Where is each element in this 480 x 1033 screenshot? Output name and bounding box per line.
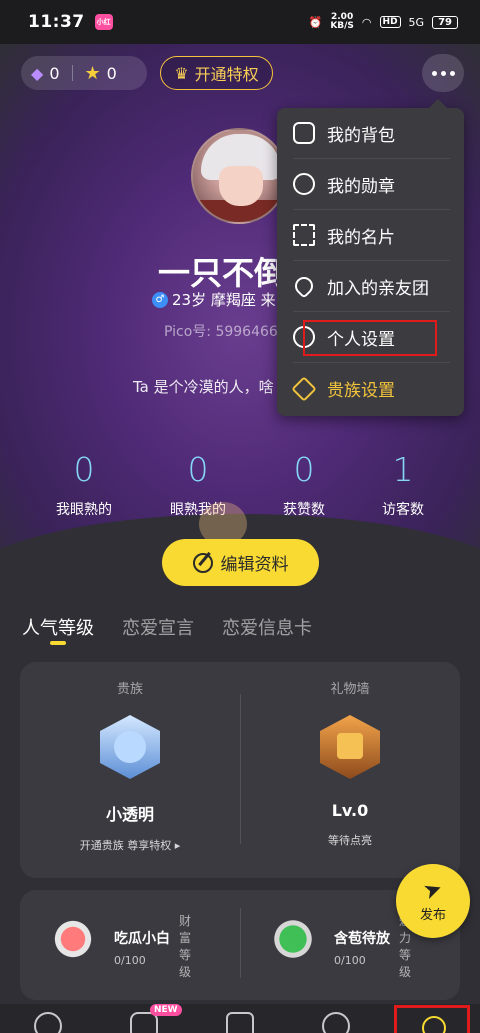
gift-wall-section[interactable]: 礼物墙 Lv.0 等待点亮 xyxy=(240,662,460,848)
diamond-count: 0 xyxy=(49,63,60,83)
dot-icon xyxy=(431,70,437,76)
stat-value: 0 xyxy=(293,450,315,489)
gift-wall-level: Lv.0 xyxy=(331,801,369,820)
hd-icon: HD xyxy=(379,16,401,28)
stat-likes[interactable]: 0 获赞数 xyxy=(249,450,359,519)
tab-popularity[interactable]: 人气等级 xyxy=(22,614,94,645)
vip-label: 开通特权 xyxy=(194,65,259,84)
stat-value: 0 xyxy=(73,450,95,489)
gift-box-icon xyxy=(320,715,380,779)
charm-level[interactable]: 魅力等级 含苞待放 0/100 xyxy=(272,910,411,979)
wallet-divider xyxy=(71,65,73,81)
wealth-label: 财富等级 xyxy=(179,914,192,979)
profile-info: ♂ 23岁 摩羯座 来 xyxy=(152,289,276,310)
heart-group-icon xyxy=(291,273,317,299)
menu-item-label: 我的勋章 xyxy=(327,176,395,197)
nickname: 一只不倒 xyxy=(158,254,287,292)
crown-icon: ♛ xyxy=(174,63,189,83)
edit-profile-button[interactable]: 编辑资料 xyxy=(162,539,319,586)
nav-star-icon[interactable] xyxy=(226,1012,254,1033)
publish-button[interactable]: ➤ 发布 xyxy=(396,864,470,938)
menu-item-label: 我的背包 xyxy=(327,125,395,146)
wealth-progress: 0/100 xyxy=(114,954,146,967)
dot-icon xyxy=(449,70,455,76)
stat-label: 我眼熟的 xyxy=(56,502,112,518)
card-divider xyxy=(240,908,241,978)
wealth-gem-icon xyxy=(52,917,94,960)
male-icon: ♂ xyxy=(152,291,168,308)
vip-privilege-button[interactable]: ♛ 开通特权 xyxy=(160,56,273,90)
gift-wall-heading: 礼物墙 xyxy=(330,682,370,697)
menu-item-business-card[interactable]: 我的名片 xyxy=(293,210,450,261)
wifi-icon: ◠ xyxy=(361,15,372,29)
clock: 11:37 xyxy=(28,12,85,32)
avatar[interactable] xyxy=(191,128,287,224)
pen-icon xyxy=(192,552,213,573)
dot-icon xyxy=(440,70,446,76)
profile-tabs: 人气等级 恋爱宣言 恋爱信息卡 xyxy=(22,614,312,645)
tab-love-info-card[interactable]: 恋爱信息卡 xyxy=(222,614,312,640)
qr-card-icon xyxy=(293,224,315,246)
charm-progress: 0/100 xyxy=(334,954,366,967)
backpack-icon xyxy=(293,122,315,144)
nav-message-icon[interactable] xyxy=(322,1012,350,1033)
wealth-name: 吃瓜小白 xyxy=(114,931,170,947)
menu-item-noble-settings[interactable]: 贵族设置 xyxy=(291,363,450,414)
star-count: 0 xyxy=(106,63,117,83)
battery-icon: 79 xyxy=(432,15,458,29)
levels-card: 财富等级 吃瓜小白 0/100 魅力等级 含苞待放 0/100 xyxy=(20,890,460,1000)
menu-item-friend-group[interactable]: 加入的亲友团 xyxy=(291,261,450,312)
menu-item-medals[interactable]: 我的勋章 xyxy=(293,159,450,210)
edit-profile-label: 编辑资料 xyxy=(220,555,289,575)
age-zodiac: 23岁 摩羯座 来 xyxy=(172,291,276,309)
bottom-nav: NEW xyxy=(0,1004,480,1033)
status-icons: ⏰ 2.00 KB/S ◠ HD 5G 79 xyxy=(309,13,458,31)
send-arrow-icon: ➤ xyxy=(419,875,446,905)
charm-name: 含苞待放 xyxy=(334,931,390,947)
wallet-pill[interactable]: ◆ 0 ★ 0 xyxy=(21,56,147,90)
noble-subtitle: 开通贵族 尊享特权 ▸ xyxy=(79,839,181,852)
stat-label: 获赞数 xyxy=(283,502,325,518)
app-notification-icon: 小红 xyxy=(94,14,113,30)
stat-value: 0 xyxy=(187,450,209,489)
charm-leaf-icon xyxy=(272,917,314,960)
stat-value: 1 xyxy=(392,450,414,489)
smiley-icon xyxy=(422,1016,446,1033)
new-badge: NEW xyxy=(150,1004,182,1016)
publish-label: 发布 xyxy=(419,907,446,923)
nav-discover-icon[interactable] xyxy=(34,1012,62,1033)
more-menu-button[interactable] xyxy=(422,54,464,92)
menu-item-backpack[interactable]: 我的背包 xyxy=(293,108,450,159)
nav-me-tab[interactable] xyxy=(394,1005,470,1033)
signal-icon: 5G xyxy=(408,15,425,29)
noble-level: 小透明 xyxy=(105,805,154,824)
tab-love-declaration[interactable]: 恋爱宣言 xyxy=(122,614,194,640)
menu-item-personal-settings[interactable]: 个人设置 xyxy=(293,312,450,363)
gift-wall-subtitle: 等待点亮 xyxy=(328,834,372,847)
stat-visitors[interactable]: 1 访客数 xyxy=(348,450,458,519)
menu-item-label: 加入的亲友团 xyxy=(327,278,429,299)
pico-id: Pico号: 5996466 xyxy=(164,324,278,340)
network-speed: 2.00 KB/S xyxy=(330,12,354,31)
highlight-box xyxy=(303,320,437,356)
noble-badge-icon xyxy=(100,715,160,779)
more-dropdown-menu: 我的背包 我的勋章 我的名片 加入的亲友团 个人设置 贵族设置 xyxy=(277,99,464,416)
stat-label: 访客数 xyxy=(382,502,424,518)
status-bar: 11:37 小红 ⏰ 2.00 KB/S ◠ HD 5G 79 xyxy=(0,0,480,44)
star-icon: ★ xyxy=(84,62,101,84)
menu-item-label: 我的名片 xyxy=(327,227,395,248)
menu-item-label: 贵族设置 xyxy=(327,381,395,401)
noble-diamond-icon xyxy=(291,375,317,402)
diamond-icon: ◆ xyxy=(31,63,44,83)
wealth-level[interactable]: 财富等级 吃瓜小白 0/100 xyxy=(52,910,191,979)
stat-i-know[interactable]: 0 我眼熟的 xyxy=(29,450,139,519)
noble-gift-card: 贵族 小透明 开通贵族 尊享特权 ▸ 礼物墙 Lv.0 等待点亮 xyxy=(20,662,460,878)
alarm-icon: ⏰ xyxy=(308,15,323,29)
noble-heading: 贵族 xyxy=(116,682,143,697)
bio-text: Ta 是个冷漠的人，啥 xyxy=(133,378,274,396)
noble-section[interactable]: 贵族 小透明 开通贵族 尊享特权 ▸ xyxy=(20,662,240,853)
medal-icon xyxy=(293,173,315,195)
